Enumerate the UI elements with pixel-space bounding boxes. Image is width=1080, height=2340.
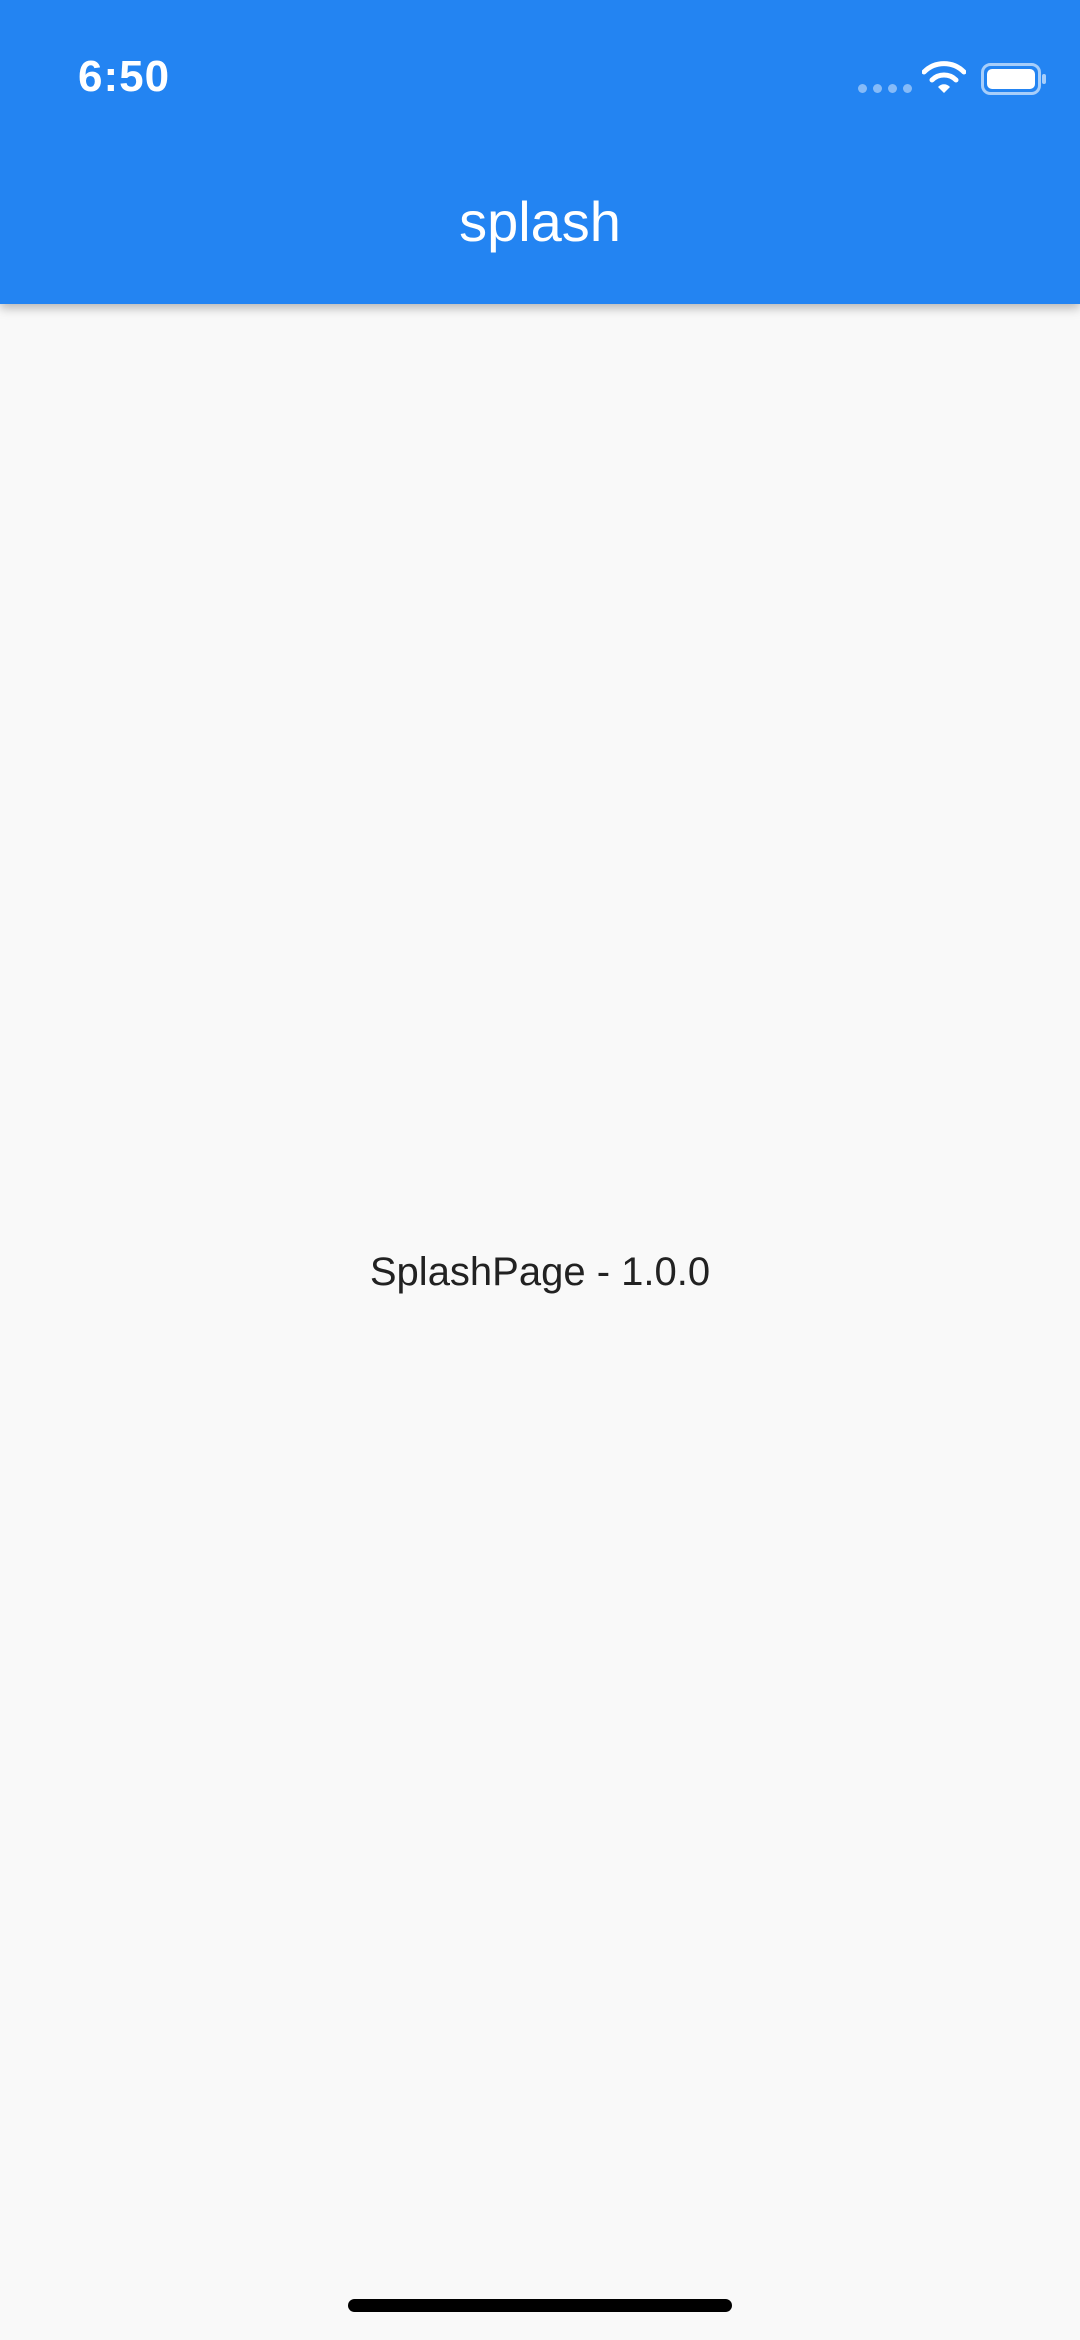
splash-version-label: SplashPage - 1.0.0 [369, 1250, 711, 1294]
app-bar: 6:50 splash [0, 0, 1080, 304]
wifi-icon [922, 61, 966, 93]
splash-screen: 6:50 splash SplashPage - 1.0.0 [0, 0, 1080, 2340]
status-time: 6:50 [78, 52, 171, 101]
signal-dots-icon [858, 84, 912, 93]
battery-icon [981, 63, 1046, 95]
home-indicator[interactable] [348, 2299, 732, 2312]
page-title: splash [459, 190, 621, 253]
